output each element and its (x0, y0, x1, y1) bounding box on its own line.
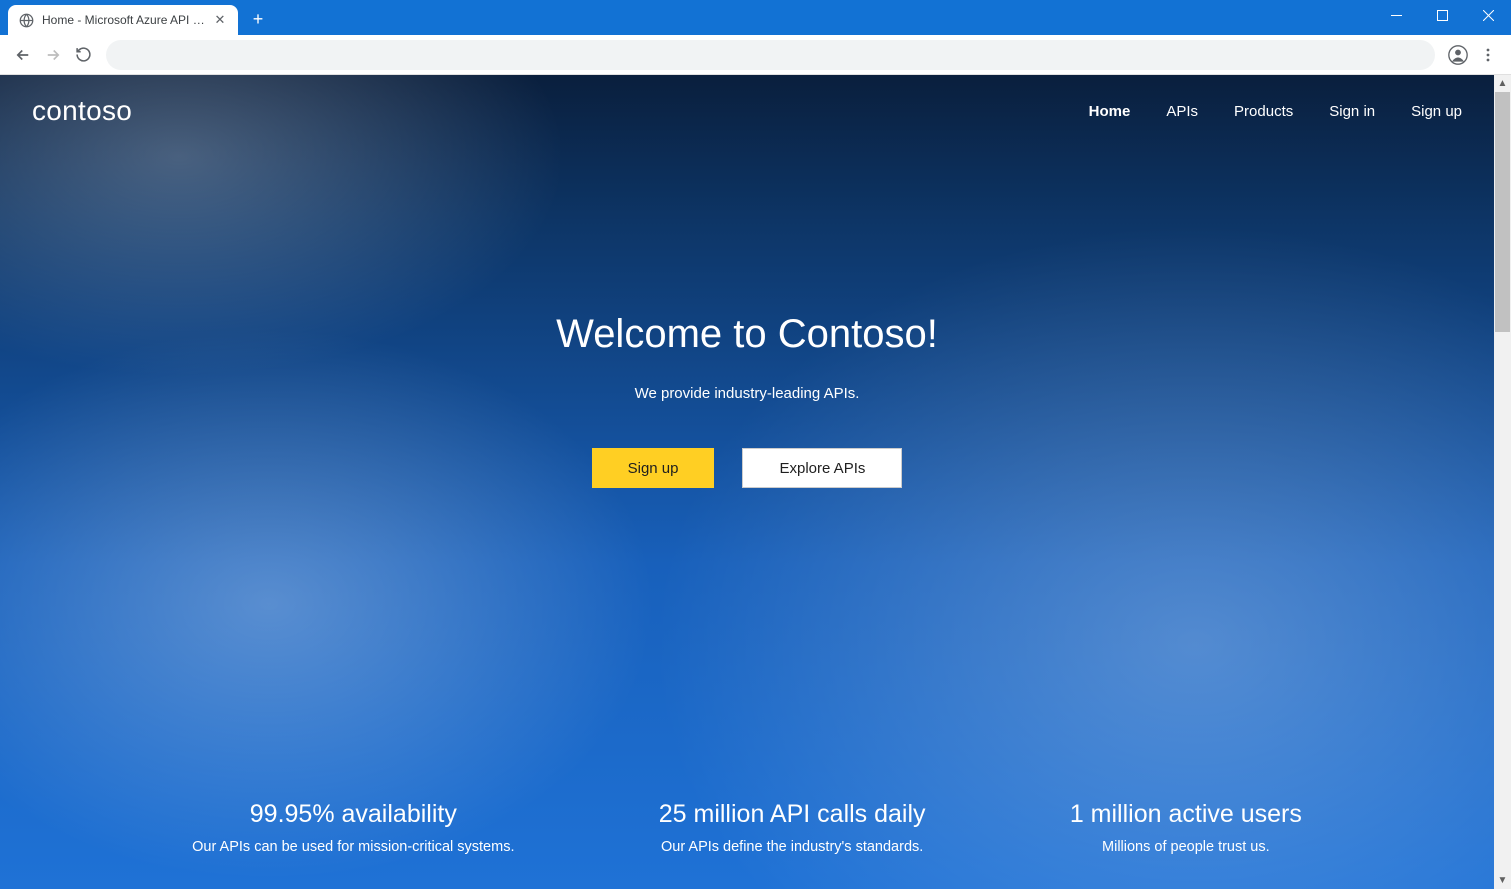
stat-api-calls: 25 million API calls daily Our APIs defi… (659, 800, 926, 855)
page-content: contoso Home APIs Products Sign in Sign … (0, 75, 1494, 889)
back-button[interactable] (8, 40, 38, 70)
menu-icon[interactable] (1473, 40, 1503, 70)
forward-button[interactable] (38, 40, 68, 70)
browser-tab[interactable]: Home - Microsoft Azure API Man ✕ (8, 5, 238, 35)
stat-sub: Millions of people trust us. (1070, 839, 1302, 855)
window-minimize-button[interactable] (1373, 0, 1419, 30)
page-header: contoso Home APIs Products Sign in Sign … (0, 75, 1494, 127)
scrollbar-thumb[interactable] (1495, 92, 1510, 332)
address-bar[interactable] (106, 40, 1435, 70)
stat-sub: Our APIs can be used for mission-critica… (192, 839, 514, 855)
nav-signup[interactable]: Sign up (1411, 103, 1462, 120)
stats-row: 99.95% availability Our APIs can be used… (0, 800, 1494, 855)
brand-logo[interactable]: contoso (32, 95, 132, 127)
signup-button[interactable]: Sign up (592, 448, 715, 488)
hero-section: Welcome to Contoso! We provide industry-… (0, 312, 1494, 488)
new-tab-button[interactable]: + (244, 5, 272, 33)
tab-close-icon[interactable]: ✕ (212, 12, 228, 28)
reload-button[interactable] (68, 40, 98, 70)
scrollbar[interactable]: ▲ ▼ (1494, 75, 1511, 889)
window-controls (1373, 0, 1511, 35)
stat-headline: 1 million active users (1070, 800, 1302, 829)
hero-title: Welcome to Contoso! (0, 312, 1494, 357)
window-maximize-button[interactable] (1419, 0, 1465, 30)
browser-toolbar (0, 35, 1511, 75)
cta-row: Sign up Explore APIs (0, 448, 1494, 488)
tabs-area: Home - Microsoft Azure API Man ✕ + (8, 0, 272, 35)
nav-signin[interactable]: Sign in (1329, 103, 1375, 120)
nav-apis[interactable]: APIs (1166, 103, 1198, 120)
stat-active-users: 1 million active users Millions of peopl… (1070, 800, 1302, 855)
main-nav: Home APIs Products Sign in Sign up (1089, 103, 1462, 120)
browser-titlebar: Home - Microsoft Azure API Man ✕ + (0, 0, 1511, 35)
stat-headline: 99.95% availability (192, 800, 514, 829)
stat-sub: Our APIs define the industry's standards… (659, 839, 926, 855)
scroll-up-icon[interactable]: ▲ (1494, 75, 1511, 92)
tab-title: Home - Microsoft Azure API Man (42, 13, 212, 27)
explore-apis-button[interactable]: Explore APIs (742, 448, 902, 488)
profile-icon[interactable] (1443, 40, 1473, 70)
hero-subtitle: We provide industry-leading APIs. (0, 385, 1494, 402)
nav-home[interactable]: Home (1089, 103, 1131, 120)
viewport: contoso Home APIs Products Sign in Sign … (0, 75, 1511, 889)
window-close-button[interactable] (1465, 0, 1511, 30)
stat-headline: 25 million API calls daily (659, 800, 926, 829)
stat-availability: 99.95% availability Our APIs can be used… (192, 800, 514, 855)
nav-products[interactable]: Products (1234, 103, 1293, 120)
scroll-down-icon[interactable]: ▼ (1494, 872, 1511, 889)
globe-icon (18, 12, 34, 28)
